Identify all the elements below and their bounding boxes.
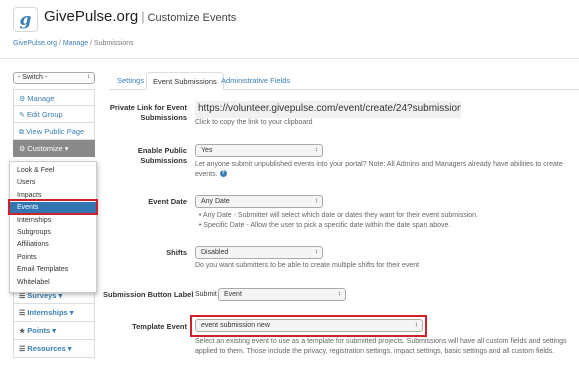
breadcrumb-manage[interactable]: Manage [63, 40, 88, 47]
star-icon: ★ [19, 328, 26, 335]
list-icon: ☰ [19, 293, 26, 300]
menu-item-look-feel[interactable]: Look & Feel [10, 165, 96, 177]
list-icon: ☰ [19, 346, 26, 353]
shifts-help: Do you want submitters to be able to cre… [195, 262, 420, 269]
template-event-help: Select an existing event to use as a tem… [195, 338, 567, 355]
enable-public-label: Enable Public Submissions [137, 146, 187, 165]
submission-button-label: Submission Button Label [103, 290, 194, 299]
tab-event-submissions[interactable]: Event Submissions [146, 72, 224, 90]
external-link-icon: ⧉ [19, 129, 24, 136]
event-date-label: Event Date [148, 197, 187, 206]
enable-public-help: Let anyone submit unpublished events int… [195, 161, 563, 178]
switch-select[interactable]: - Switch - ↕ [13, 72, 95, 84]
select-caret-icon: ↕ [337, 290, 341, 297]
menu-item-affiliations[interactable]: Affiliations [10, 239, 96, 251]
breadcrumb-home[interactable]: GivePulse.org [13, 40, 57, 47]
select-caret-icon: ↕ [314, 146, 318, 153]
menu-item-users[interactable]: Users [10, 177, 96, 189]
pencil-icon: ✎ [19, 112, 25, 119]
menu-item-points[interactable]: Points [10, 252, 96, 264]
customize-dropdown-menu: Look & Feel Users Impacts Events Interns… [9, 161, 97, 293]
sidebar-nav: ⚙ Manage ✎ Edit Group ⧉ View Public Page ⚙ C… [13, 89, 95, 157]
events-highlight-box [8, 199, 98, 215]
event-date-select[interactable]: Any Date ↕ [195, 195, 323, 208]
menu-item-whitelabel[interactable]: Whitelabel [10, 277, 96, 289]
list-icon: ☰ [19, 310, 26, 317]
private-link-url[interactable]: https://volunteer.givepulse.com/event/cr… [195, 101, 461, 118]
help-icon[interactable]: ? [219, 170, 227, 178]
sidebar-item-resources[interactable]: ☰ Resources ▾ [13, 340, 95, 358]
givepulse-logo[interactable]: g [13, 7, 38, 32]
tab-settings[interactable]: Settings [111, 72, 150, 90]
tab-administrative-fields[interactable]: Administrative Fields [215, 72, 296, 90]
submission-button-select[interactable]: Event ↕ [218, 288, 346, 301]
breadcrumb-current: Submissions [93, 40, 134, 47]
page-title: GivePulse.org | Customize Events [44, 8, 237, 25]
tab-bar: Settings Event Submissions Administrativ… [109, 72, 579, 90]
gear-icon: ⚙ [19, 146, 26, 153]
private-link-help: Click to copy the link to your clipboard [195, 119, 313, 126]
sidebar-item-view-public-page[interactable]: ⧉ View Public Page [13, 123, 95, 140]
menu-item-internships[interactable]: Internships [10, 215, 96, 227]
select-caret-icon: ↕ [314, 197, 318, 204]
select-caret-icon: ↕ [314, 248, 318, 255]
select-caret-icon: ↕ [87, 74, 90, 80]
submit-prefix: Submit [195, 291, 217, 298]
private-link-label: Private Link for Event Submissions [109, 103, 187, 122]
template-event-label: Template Event [132, 322, 187, 331]
template-event-highlight-box [190, 315, 427, 337]
sidebar-item-internships[interactable]: ☰ Internships ▾ [13, 304, 95, 322]
enable-public-select[interactable]: Yes ↕ [195, 144, 323, 157]
sidebar-item-edit-group[interactable]: ✎ Edit Group [13, 106, 95, 123]
event-date-help: • Any Date - Submitter will select which… [195, 212, 478, 229]
menu-item-email-templates[interactable]: Email Templates [10, 264, 96, 276]
header-divider [0, 58, 579, 59]
menu-item-subgroups[interactable]: Subgroups [10, 227, 96, 239]
breadcrumb: GivePulse.org / Manage / Submissions [13, 40, 134, 47]
sidebar-item-manage[interactable]: ⚙ Manage [13, 89, 95, 106]
shifts-label: Shifts [166, 248, 187, 257]
sidebar-item-points[interactable]: ★ Points ▾ [13, 322, 95, 340]
shifts-select[interactable]: Disabled ↕ [195, 246, 323, 259]
sidebar-item-customize[interactable]: ⚙ Customize ▾ [13, 140, 95, 157]
gear-icon: ⚙ [19, 96, 26, 103]
